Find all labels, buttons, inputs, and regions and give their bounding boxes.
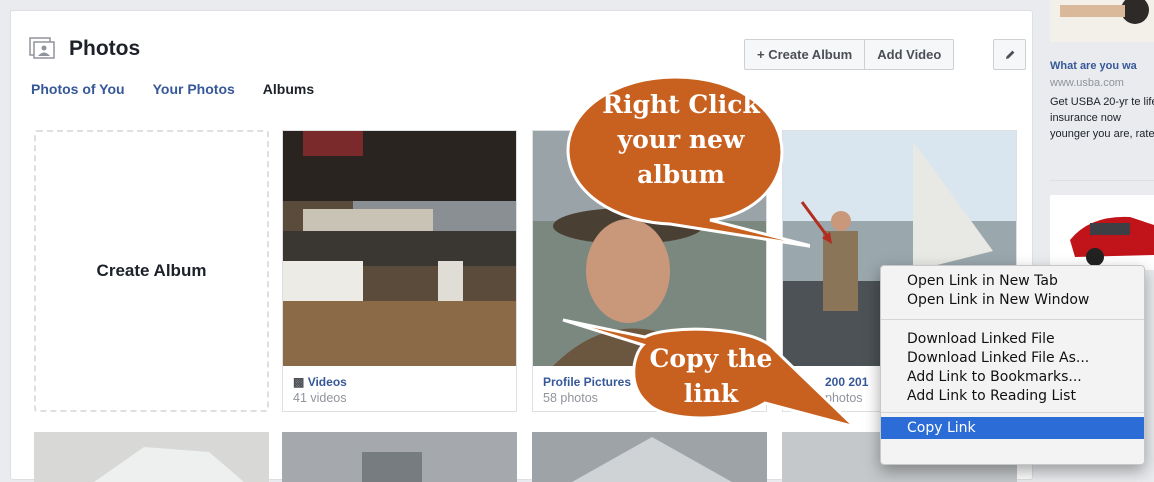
album-name[interactable]: Videos bbox=[308, 375, 347, 389]
menu-item-open-new-window[interactable]: Open Link in New Window bbox=[881, 291, 1144, 310]
ad-image[interactable] bbox=[1050, 0, 1154, 42]
callout-line: album bbox=[637, 160, 725, 189]
add-video-button[interactable]: Add Video bbox=[864, 40, 953, 69]
callout-line: your new bbox=[617, 125, 745, 154]
video-camera-icon: ▩ bbox=[293, 375, 305, 389]
menu-separator bbox=[881, 319, 1144, 320]
album-tabs: Photos of You Your Photos Albums bbox=[31, 81, 314, 97]
album-videos[interactable]: ▩ Videos 41 videos bbox=[282, 130, 517, 412]
menu-item-download-linked-file[interactable]: Download Linked File bbox=[881, 330, 1144, 349]
callout-line: Copy the bbox=[649, 344, 773, 373]
menu-item-add-to-reading-list[interactable]: Add Link to Reading List bbox=[881, 387, 1144, 406]
ad-title[interactable]: What are you wa bbox=[1050, 60, 1137, 72]
edit-button[interactable] bbox=[993, 39, 1026, 70]
menu-item-copy-link[interactable]: Copy Link bbox=[881, 417, 1144, 439]
ad-text: Get USBA 20-yr te life insurance now you… bbox=[1050, 96, 1154, 140]
ad-url[interactable]: www.usba.com bbox=[1050, 77, 1124, 89]
pencil-icon bbox=[1005, 50, 1014, 59]
toolbar-button-group: + Create Album Add Video bbox=[744, 39, 955, 70]
context-menu: Open Link in New Tab Open Link in New Wi… bbox=[880, 265, 1145, 465]
tab-your-photos[interactable]: Your Photos bbox=[153, 81, 235, 97]
tab-albums[interactable]: Albums bbox=[263, 81, 314, 97]
create-album-button[interactable]: + Create Album bbox=[745, 40, 864, 69]
menu-item-open-new-tab[interactable]: Open Link in New Tab bbox=[881, 272, 1144, 291]
menu-separator bbox=[881, 412, 1144, 413]
arrow-to-album bbox=[800, 201, 832, 244]
album-count: 41 videos bbox=[293, 391, 347, 405]
ad-divider bbox=[1050, 180, 1154, 181]
album-thumbnail bbox=[283, 131, 516, 366]
callout-line: Right Click bbox=[602, 90, 760, 119]
page-title: Photos bbox=[69, 37, 141, 60]
tab-photos-of-you[interactable]: Photos of You bbox=[31, 81, 125, 97]
album-meta: ▩ Videos 41 videos bbox=[293, 375, 347, 405]
callout-right-click-text: Right Click your new album bbox=[596, 87, 766, 192]
create-album-tile[interactable]: Create Album bbox=[34, 130, 269, 412]
ad-car-image[interactable] bbox=[1050, 195, 1154, 270]
menu-item-add-to-bookmarks[interactable]: Add Link to Bookmarks... bbox=[881, 368, 1144, 387]
menu-item-download-linked-file-as[interactable]: Download Linked File As... bbox=[881, 349, 1144, 368]
callout-copy-link-text: Copy the link bbox=[641, 341, 781, 411]
callout-line: link bbox=[683, 379, 739, 408]
photos-icon bbox=[29, 37, 55, 59]
